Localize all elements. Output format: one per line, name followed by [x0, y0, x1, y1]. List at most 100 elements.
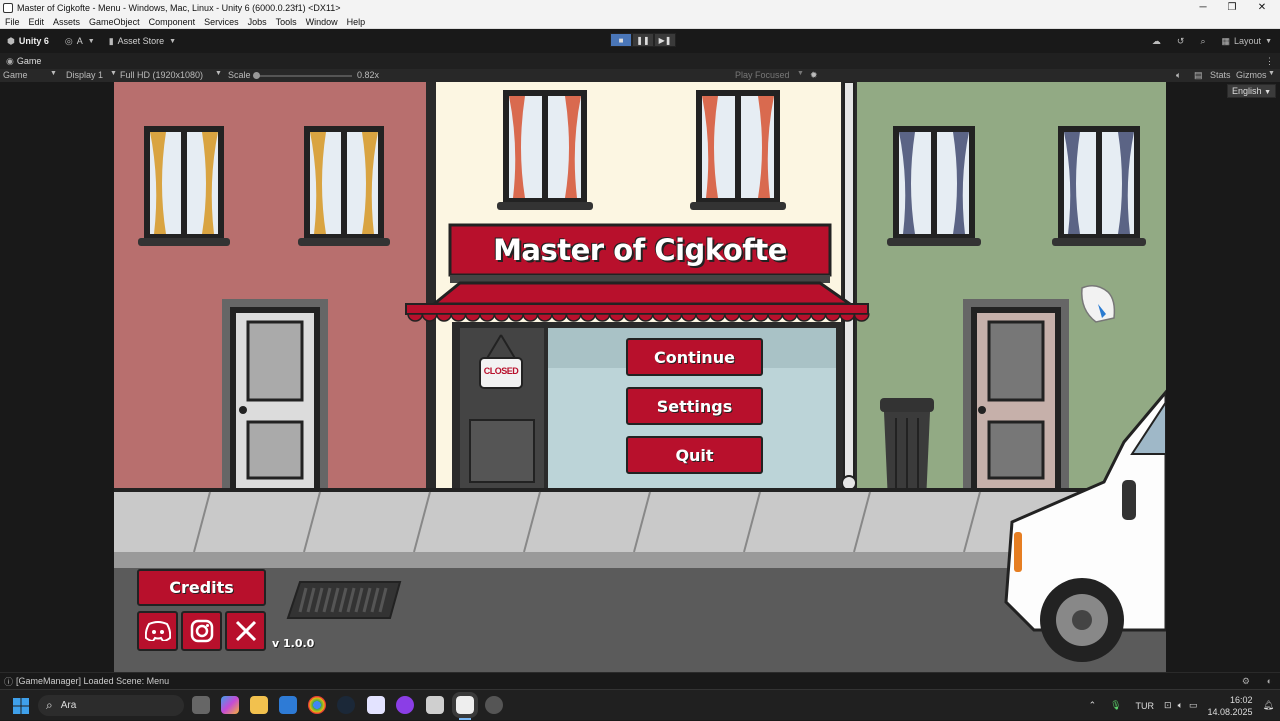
right-door [963, 299, 1069, 490]
discord-button[interactable] [137, 611, 178, 651]
unity-hub-icon[interactable] [426, 696, 444, 714]
input-language[interactable]: TUR [1136, 701, 1155, 711]
windows-start-icon[interactable] [13, 698, 29, 714]
awning-scallop [709, 313, 726, 322]
mute-audio-icon[interactable]: 🔈︎ [1176, 70, 1181, 81]
notification-bell-icon[interactable]: 🔔︎ [1263, 700, 1274, 711]
store-icon[interactable] [279, 696, 297, 714]
more-options-icon[interactable]: ⋮ [1265, 56, 1274, 67]
system-tray: ⌃ 🎙︎ TUR ⊡ 🔈︎ ▭ 16:02 14.08.2025 🔔︎ [1089, 690, 1274, 721]
chevron-down-icon: ▼ [215, 70, 222, 77]
chevron-down-icon: ▼ [169, 37, 177, 45]
awning-scallop [565, 313, 582, 322]
scale-label: Scale [228, 70, 251, 80]
awning-scallop [464, 313, 481, 322]
game-title: Master of Cigkofte [493, 233, 787, 267]
play-controls: ■ ❚❚ ▶❚ [610, 33, 676, 47]
game-view-bar: Game ▼ Display 1 ▼ Full HD (1920x1080) ▼… [0, 69, 1280, 82]
menu-component[interactable]: Component [149, 17, 196, 27]
taskbar-search[interactable]: ⌕ Ara [38, 695, 184, 716]
resolution-dropdown[interactable]: Full HD (1920x1080) [120, 70, 203, 80]
tab-game[interactable]: ◉ Game [0, 56, 41, 67]
close-button[interactable]: ✕ [1245, 0, 1279, 15]
maximize-button[interactable]: ❐ [1215, 0, 1249, 15]
asset-store-dropdown[interactable]: ▮ Asset Store ▼ [109, 36, 180, 47]
awning [429, 281, 855, 306]
pause-button[interactable]: ❚❚ [632, 33, 654, 47]
music-app-icon[interactable] [396, 696, 414, 714]
unity-editor-icon[interactable] [452, 692, 478, 718]
network-icon[interactable]: ⊡ [1164, 700, 1172, 711]
menu-edit[interactable]: Edit [29, 17, 45, 27]
awning-scallop [781, 313, 798, 322]
awning-scallop [508, 313, 524, 322]
status-message[interactable]: [GameManager] Loaded Scene: Menu [16, 676, 169, 686]
search-icon[interactable]: ⌕ [1200, 36, 1205, 47]
tab-game-label: Game [16, 56, 42, 66]
unity-account-button[interactable]: ⬢ Unity 6 [7, 36, 49, 47]
network-icon[interactable]: ⚙ [1242, 676, 1250, 687]
trash-can [880, 398, 934, 502]
github-desktop-icon[interactable] [485, 696, 503, 714]
menu-assets[interactable]: Assets [53, 17, 80, 27]
awning-scallop [551, 313, 568, 322]
stats-toggle[interactable]: Stats [1210, 70, 1231, 80]
window-left-1 [138, 126, 230, 246]
app-icon[interactable] [367, 696, 385, 714]
menu-tools[interactable]: Tools [276, 17, 297, 27]
display-dropdown[interactable]: Display 1 [66, 70, 103, 80]
menu-help[interactable]: Help [347, 17, 366, 27]
chrome-icon[interactable] [308, 696, 326, 714]
quit-button[interactable]: Quit [626, 436, 763, 474]
chevron-up-icon[interactable]: ⌃ [1089, 700, 1097, 711]
continue-button[interactable]: Continue [626, 338, 763, 376]
keyboard-shortcuts-icon[interactable]: ▤ [1194, 70, 1203, 81]
settings-button[interactable]: Settings [626, 387, 763, 425]
play-mode-dropdown[interactable]: Play Focused [735, 70, 790, 80]
instagram-button[interactable] [181, 611, 222, 651]
layout-dropdown[interactable]: ▦ Layout ▼ [1222, 36, 1272, 47]
menu-jobs[interactable]: Jobs [248, 17, 267, 27]
awning-scallop [752, 313, 769, 322]
clock[interactable]: 16:02 14.08.2025 [1208, 694, 1253, 718]
notifications-icon[interactable]: ◐ [1267, 676, 1272, 686]
stop-button[interactable]: ■ [610, 33, 632, 47]
scale-slider-track[interactable] [254, 75, 352, 77]
gizmos-toggle[interactable]: Gizmos [1236, 70, 1267, 80]
battery-icon[interactable]: ▭ [1189, 700, 1198, 711]
account-dropdown[interactable]: ◎ A ▼ [65, 36, 99, 47]
taskbar: ⌕ Ara ⌃ 🎙︎ TUR ⊡ 🔈︎ ▭ 16:02 14.08.2025 🔔… [0, 689, 1280, 720]
game-mode-dropdown[interactable]: Game [3, 70, 28, 80]
menu-file[interactable]: File [5, 17, 20, 27]
scale-slider-handle[interactable] [253, 72, 260, 79]
history-icon[interactable]: ↺ [1177, 36, 1185, 47]
toolbar-right: ☁ ↺ ⌕ ▦ Layout ▼ [1152, 29, 1272, 53]
status-bar: ⓘ [GameManager] Loaded Scene: Menu ⚙ ◐ [0, 672, 1280, 689]
version-label: v 1.0.0 [272, 637, 315, 650]
language-dropdown[interactable]: English ▼ [1227, 84, 1276, 98]
menu-gameobject[interactable]: GameObject [89, 17, 140, 27]
credits-button[interactable]: Credits [137, 569, 266, 606]
step-button[interactable]: ▶❚ [654, 33, 676, 47]
bug-icon[interactable]: ✹ [810, 70, 818, 81]
menu-services[interactable]: Services [204, 17, 239, 27]
volume-icon[interactable]: 🔈︎ [1178, 700, 1183, 711]
file-explorer-icon[interactable] [250, 696, 268, 714]
copilot-icon[interactable] [221, 696, 239, 714]
taskbar-search-placeholder: Ara [60, 700, 77, 711]
layout-label: Layout [1234, 36, 1262, 46]
microphone-icon[interactable]: 🎙︎ [1110, 700, 1121, 711]
window-right-2 [1052, 126, 1146, 246]
chevron-down-icon: ▼ [1264, 89, 1271, 96]
x-button[interactable] [225, 611, 266, 651]
drain-grate [286, 581, 402, 619]
awning-scallop [680, 313, 697, 322]
game-scene: Master of Cigkofte CLOSED Continue Setti… [114, 82, 1166, 672]
task-view-icon[interactable] [192, 696, 210, 714]
sidewalk [114, 492, 1166, 552]
drainpipe [843, 82, 855, 483]
menu-window[interactable]: Window [306, 17, 338, 27]
steam-icon[interactable] [337, 696, 355, 714]
awning-scallop [493, 313, 510, 322]
cloud-icon[interactable]: ☁ [1152, 36, 1161, 47]
